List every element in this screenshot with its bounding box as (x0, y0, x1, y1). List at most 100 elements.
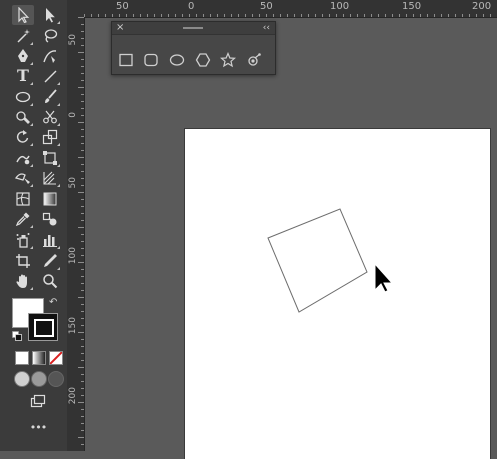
ruler-tick (98, 14, 99, 17)
artboard-icon (16, 254, 30, 268)
ellipse-icon (15, 91, 31, 103)
mesh-tool-button[interactable] (12, 189, 34, 209)
panel-grip[interactable] (183, 27, 203, 29)
polygon-tool-button[interactable] (194, 51, 212, 69)
ruler-tick (81, 430, 84, 431)
default-fill-stroke-icon[interactable] (12, 331, 22, 341)
rotated-rectangle-shape[interactable] (267, 208, 368, 313)
horizontal-ruler[interactable]: 50 0 50 100 150 200 (84, 0, 497, 18)
shaper-tool-button[interactable] (12, 107, 34, 127)
scissors-tool-button[interactable] (39, 107, 61, 127)
warp-tool-button[interactable] (12, 148, 34, 168)
ruler-tick (81, 143, 84, 144)
ruler-tick (78, 192, 84, 193)
lasso-tool-button[interactable] (39, 26, 61, 46)
star-icon (220, 52, 236, 68)
flyout-indicator (57, 267, 60, 270)
flyout-indicator (30, 123, 33, 126)
scale-tool-button[interactable] (39, 127, 61, 147)
gradient-icon (43, 192, 57, 206)
symbol-sprayer-tool-button[interactable] (12, 230, 34, 250)
ruler-tick (420, 14, 421, 17)
pen-tool-button[interactable] (12, 46, 34, 66)
ellipse-shape-button[interactable] (168, 51, 186, 69)
draw-behind-icon[interactable] (31, 371, 47, 387)
ruler-tick (434, 14, 435, 17)
ruler-tick (81, 325, 84, 326)
type-tool-button[interactable]: T (12, 66, 34, 86)
flyout-indicator (30, 143, 33, 146)
mouse-cursor-icon (374, 262, 394, 293)
ruler-tick (462, 14, 463, 17)
slice-tool-button[interactable] (39, 251, 61, 271)
gradient-mode-button[interactable] (32, 351, 46, 365)
draw-normal-icon[interactable] (14, 371, 30, 387)
direct-selection-tool-button[interactable] (39, 5, 61, 25)
edit-toolbar-button[interactable]: ••• (27, 417, 49, 437)
paintbrush-tool-button[interactable] (39, 87, 61, 107)
ruler-tick (469, 14, 470, 17)
ruler-label: 200 (472, 1, 492, 12)
flyout-indicator (57, 184, 60, 187)
none-icon (50, 352, 62, 364)
ruler-tick (91, 14, 92, 17)
panel-header[interactable]: × ‹‹ (112, 22, 275, 35)
screen-mode-icon (30, 394, 46, 408)
ruler-tick (81, 220, 84, 221)
free-transform-tool-button[interactable] (39, 148, 61, 168)
star-tool-button[interactable] (219, 51, 237, 69)
slice-icon (44, 254, 57, 267)
ellipse-tool-button[interactable] (12, 87, 34, 107)
ruler-tick (81, 248, 84, 249)
flyout-indicator (57, 82, 60, 85)
line-segment-tool-button[interactable] (39, 66, 61, 86)
ruler-tick (81, 108, 84, 109)
rectangle-tool-button[interactable] (117, 51, 135, 69)
ruler-tick (81, 276, 84, 277)
vertical-ruler[interactable]: 50 0 50 100 150 200 (67, 17, 85, 451)
stroke-color-swatch[interactable] (28, 313, 58, 341)
ruler-tick (81, 206, 84, 207)
ruler-tick (259, 14, 260, 17)
ruler-label: 150 (68, 317, 78, 336)
hand-tool-button[interactable] (12, 271, 34, 291)
ruler-tick (385, 14, 386, 17)
none-mode-button[interactable] (49, 351, 63, 365)
draw-inside-icon[interactable] (48, 371, 64, 387)
magic-wand-tool-button[interactable] (12, 26, 34, 46)
blend-tool-button[interactable] (39, 209, 61, 229)
eyedropper-tool-button[interactable] (12, 209, 34, 229)
ruler-tick (441, 14, 442, 17)
rounded-rectangle-tool-button[interactable] (142, 51, 160, 69)
ruler-origin[interactable] (67, 0, 85, 18)
ruler-tick (81, 381, 84, 382)
ruler-tick (81, 129, 84, 130)
curvature-pen-icon (43, 50, 57, 63)
panel-collapse-button[interactable]: ‹‹ (263, 22, 270, 34)
screen-mode-button[interactable] (27, 391, 49, 411)
ruler-tick (81, 318, 84, 319)
ruler-tick (294, 14, 295, 17)
flare-tool-button[interactable] (245, 51, 263, 69)
zoom-tool-button[interactable] (39, 271, 61, 291)
gradient-tool-button[interactable] (39, 189, 61, 209)
column-graph-tool-button[interactable] (39, 230, 61, 250)
rotate-tool-button[interactable] (12, 127, 34, 147)
perspective-grid-tool-button[interactable] (39, 168, 61, 188)
ruler-tick (78, 297, 84, 298)
swap-fill-stroke-icon[interactable]: ↶ (49, 297, 57, 308)
type-icon: T (17, 66, 29, 85)
ruler-tick (81, 24, 84, 25)
color-mode-button[interactable] (15, 351, 29, 365)
ruler-label-text: 150 (68, 317, 78, 335)
artboard-tool-button[interactable] (12, 251, 34, 271)
ruler-tick (378, 14, 379, 17)
column-graph-icon (43, 235, 57, 247)
selection-tool-button[interactable] (12, 5, 34, 25)
artboard[interactable] (185, 129, 490, 459)
shape-builder-tool-button[interactable] (12, 168, 34, 188)
curvature-tool-button[interactable] (39, 46, 61, 66)
ruler-tick (336, 14, 337, 17)
panel-close-button[interactable]: × (116, 22, 124, 34)
ruler-tick (252, 14, 253, 17)
